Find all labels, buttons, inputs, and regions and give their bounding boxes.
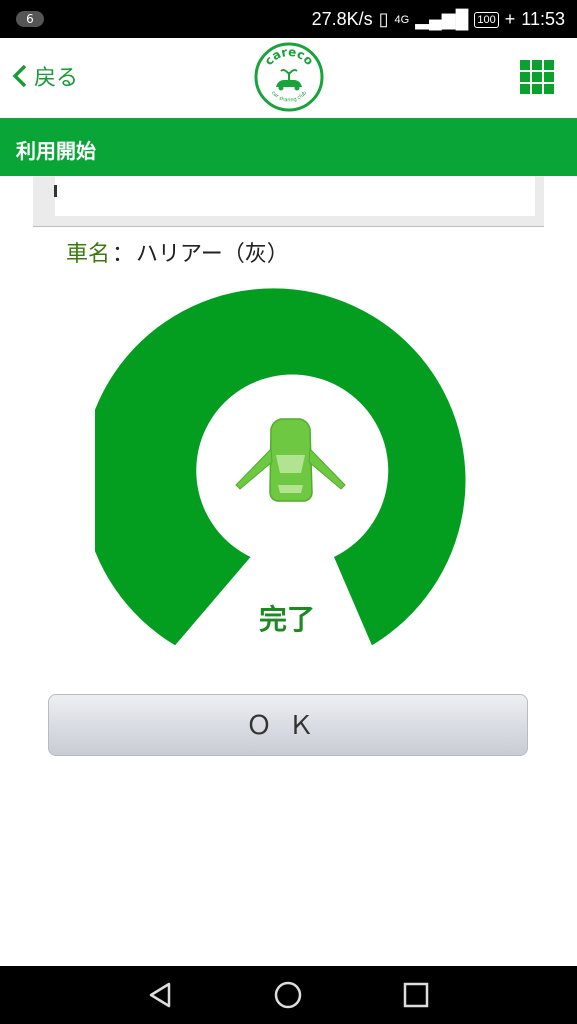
car-doors-open-icon xyxy=(235,418,346,502)
status-done-label: 完了 xyxy=(259,603,316,636)
info-card-body xyxy=(55,176,535,216)
chevron-left-icon xyxy=(12,64,27,88)
status-bar: 6 27.8K/s ▯ 4G ▂▄▆█ 100 + 11:53 xyxy=(0,0,577,38)
car-name-value: ハリアー（灰） xyxy=(136,242,289,267)
back-button[interactable]: 戻る xyxy=(10,60,78,92)
charging-icon: + xyxy=(504,9,516,29)
unlock-status-gauge xyxy=(95,288,466,646)
battery-level: 100 xyxy=(474,11,499,28)
network-type: 4G xyxy=(394,13,410,26)
clock: 11:53 xyxy=(521,9,565,29)
back-label: 戻る xyxy=(34,66,79,91)
app-header: 戻る careco car sharing club xyxy=(0,38,577,118)
car-name-row: 車名 ： ハリアー（灰） xyxy=(66,236,289,268)
home-circle-icon[interactable] xyxy=(273,980,303,1010)
system-nav-bar xyxy=(0,966,577,1024)
grid-menu-icon[interactable] xyxy=(520,60,554,94)
car-name-label: 車名 xyxy=(66,242,111,267)
recents-square-icon[interactable] xyxy=(401,980,431,1010)
status-indicators: 27.8K/s ▯ 4G ▂▄▆█ 100 + 11:53 xyxy=(312,9,565,30)
info-card xyxy=(33,176,544,227)
back-triangle-icon[interactable] xyxy=(145,980,175,1010)
network-speed: 27.8K/s xyxy=(311,9,373,29)
vibrate-icon: ▯ xyxy=(378,9,389,29)
title-bar: 利用開始 xyxy=(0,118,577,176)
ok-button[interactable]: ＯＫ xyxy=(48,694,528,756)
signal-icon: ▂▄▆█ xyxy=(415,9,469,29)
careco-logo[interactable]: careco car sharing club xyxy=(254,42,324,112)
notification-badge: 6 xyxy=(16,11,44,27)
card-marker xyxy=(54,185,57,197)
car-name-separator: ： xyxy=(112,242,135,267)
page-title: 利用開始 xyxy=(16,139,96,163)
